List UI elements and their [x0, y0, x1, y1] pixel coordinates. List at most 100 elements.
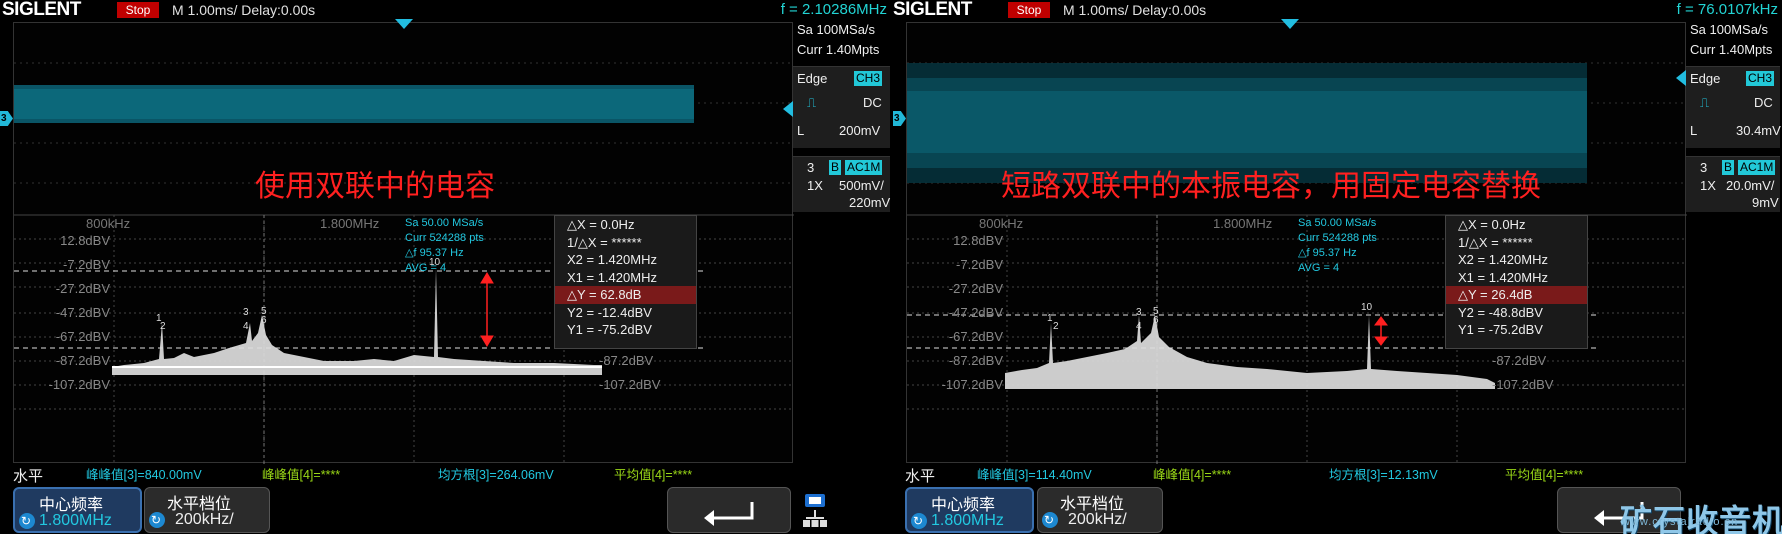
y-label: -67.2dBV — [948, 329, 1003, 344]
y-label: -107.2dBV — [48, 377, 110, 392]
trigger-level-value: 200mV — [839, 123, 881, 138]
horizontal-scale-value: 200kHz/ — [1068, 511, 1127, 528]
fft-spectrum-trace — [1005, 315, 1495, 389]
trigger-level-value: 30.4mV — [1736, 123, 1781, 138]
ch3-offset-marker[interactable]: 3 — [893, 111, 906, 126]
sample-rate: Sa 100MSa/s — [1690, 22, 1769, 37]
trigger-box[interactable]: Edge CH3 ⎍ DC L 200mV — [793, 66, 890, 148]
trigger-type: Edge — [1690, 71, 1721, 86]
channel-box[interactable]: 3 B AC1M 1X 20.0mV/ 9mV — [1686, 156, 1780, 212]
cursor-line: X1 = 1.420MHz — [567, 269, 657, 285]
cursor-delta-y: △Y = 26.4dB — [1446, 286, 1587, 304]
memory-depth: Curr 1.40Mpts — [797, 42, 880, 57]
siglent-logo: SIGLENT — [2, 0, 81, 20]
horizontal-scale-button[interactable]: 水平档位 ↻ 200kHz/ — [144, 487, 270, 533]
cursor-line: 1/△X = ****** — [1458, 234, 1533, 250]
return-arrow-icon — [704, 502, 754, 526]
cursor-delta-y: △Y = 62.8dB — [555, 286, 696, 304]
peak-label-6: 6 — [1153, 315, 1159, 326]
center-frequency-value: 1.800MHz — [931, 512, 1004, 529]
trigger-box[interactable]: Edge CH3 ⎍ DC L 30.4mV — [1686, 66, 1781, 148]
timebase-readout: M 1.00ms/ Delay:0.00s — [172, 2, 316, 18]
scope-panel-right: SIGLENT Stop M 1.00ms/ Delay:0.00s f = 7… — [891, 0, 1782, 534]
fft-right-labels: -87.2dBV -107.2dBV — [599, 349, 660, 397]
side-panel: Sa 100MSa/s Curr 1.40Mpts Edge CH3 ⎍ DC … — [793, 20, 890, 465]
timebase-readout: M 1.00ms/ Delay:0.00s — [1063, 2, 1207, 18]
ch3-offset-marker[interactable]: 3 — [0, 111, 13, 126]
edge-rising-icon: ⎍ — [1700, 95, 1710, 110]
knob-icon: ↻ — [1042, 512, 1058, 528]
trigger-source-badge: CH3 — [854, 71, 883, 86]
peak-label-2: 2 — [1053, 321, 1059, 332]
cursor-line: Y2 = -48.8dBV — [1458, 304, 1543, 320]
fft-info-line: AVG = 4 — [405, 262, 447, 274]
return-button[interactable] — [667, 487, 791, 533]
center-frequency-button[interactable]: 中心频率 ↻ 1.800MHz — [13, 487, 142, 533]
trigger-level-label: L — [797, 123, 805, 138]
side-panel: Sa 100MSa/s Curr 1.40Mpts Edge CH3 ⎍ DC … — [1686, 20, 1781, 465]
channel-box[interactable]: 3 B AC1M 1X 500mV/ 220mV — [793, 156, 890, 212]
channel-coupling-badge: AC1M — [1738, 160, 1776, 175]
fft-info-line: Curr 524288 pts — [405, 232, 484, 244]
fft-y-axis-labels: 12.8dBV -7.2dBV -27.2dBV -47.2dBV -67.2d… — [14, 229, 110, 397]
peak-label-3: 3 — [243, 307, 249, 318]
trigger-position-marker[interactable] — [395, 19, 413, 29]
annotation-text: 短路双联中的本振电容，用固定电容替换 — [1001, 169, 1541, 204]
measure-mean-ch4: 平均值[4]=**** — [1505, 468, 1584, 482]
trigger-level-marker[interactable] — [1676, 70, 1686, 86]
cursor-line: 1/△X = ****** — [567, 234, 642, 250]
y-label: -87.2dBV — [55, 353, 110, 368]
bandwidth-limit-badge: B — [1722, 160, 1735, 175]
cursor-readout-box: △X = 0.0Hz 1/△X = ****** X2 = 1.420MHz X… — [1445, 215, 1588, 349]
y-label-right: -107.2dBV — [1492, 377, 1554, 392]
fft-info-block: Sa 50.00 MSa/s Curr 524288 pts △f 95.37 … — [405, 216, 484, 276]
knob-icon: ↻ — [149, 512, 165, 528]
peak-label-6: 6 — [261, 315, 267, 326]
run-stop-button[interactable]: Stop — [117, 2, 159, 18]
peak-label-4: 4 — [1136, 321, 1142, 332]
frequency-counter: f = 2.10286MHz — [780, 1, 887, 18]
annotation-text: 使用双联中的电容 — [255, 169, 495, 204]
y-label: -47.2dBV — [948, 305, 1003, 320]
fft-info-line: Sa 50.00 MSa/s — [405, 217, 484, 229]
channel-number: 3 — [807, 160, 815, 175]
y-label-right: -87.2dBV — [599, 353, 654, 368]
edge-rising-icon: ⎍ — [807, 95, 817, 110]
trigger-coupling: DC — [1754, 95, 1773, 110]
scope-panel-left: SIGLENT Stop M 1.00ms/ Delay:0.00s f = 2… — [0, 0, 891, 534]
trigger-position-marker[interactable] — [1281, 19, 1299, 29]
y-label: -87.2dBV — [948, 353, 1003, 368]
top-status-bar: SIGLENT Stop M 1.00ms/ Delay:0.00s f = 2… — [0, 0, 891, 20]
cursor-line: Y2 = -12.4dBV — [567, 304, 652, 320]
fft-y-axis-labels: 12.8dBV -7.2dBV -27.2dBV -47.2dBV -67.2d… — [907, 229, 1003, 397]
watermark-logo: 矿石收音机 — [1620, 502, 1782, 534]
trigger-level-label: L — [1690, 123, 1698, 138]
trigger-level-marker[interactable] — [783, 101, 793, 117]
waveform-display[interactable]: 1 2 3 4 5 6 10 使用双联中的电容 800kHz 1.800MHz … — [13, 22, 794, 464]
probe-ratio: 1X — [1700, 178, 1716, 193]
fft-peak-markers: 1 2 3 4 5 6 10 — [1047, 302, 1373, 332]
peak-label-4: 4 — [243, 321, 249, 332]
measure-rms-ch3: 均方根[3]=12.13mV — [1329, 468, 1438, 482]
fft-right-labels: -87.2dBV -107.2dBV — [1492, 349, 1553, 397]
fft-info-line: Sa 50.00 MSa/s — [1298, 217, 1377, 229]
run-stop-button[interactable]: Stop — [1008, 2, 1050, 18]
center-frequency-value: 1.800MHz — [39, 512, 112, 529]
cursor-line: X1 = 1.420MHz — [1458, 269, 1548, 285]
fft-spectrum-trace — [112, 268, 602, 375]
cursor-line: X2 = 1.420MHz — [567, 252, 657, 267]
trigger-coupling: DC — [863, 95, 882, 110]
siglent-logo: SIGLENT — [893, 0, 972, 20]
cursor-line: X2 = 1.420MHz — [1458, 252, 1548, 267]
cursor-line: Y1 = -75.2dBV — [567, 322, 652, 337]
center-frequency-button[interactable]: 中心频率 ↻ 1.800MHz — [905, 487, 1034, 533]
top-status-bar: SIGLENT Stop M 1.00ms/ Delay:0.00s f = 7… — [891, 0, 1782, 20]
y-label: 12.8dBV — [60, 233, 110, 248]
horizontal-scale-button[interactable]: 水平档位 ↻ 200kHz/ — [1037, 487, 1163, 533]
waveform-display[interactable]: 1 2 3 4 5 6 10 短路双联中的本振电容，用固定电容替换 800kHz… — [906, 22, 1687, 464]
y-label: -7.2dBV — [956, 257, 1003, 272]
watermark-url: www.crystalradio.cn — [1622, 516, 1739, 528]
fft-info-line: △f 95.37 Hz — [405, 247, 464, 259]
sample-rate: Sa 100MSa/s — [797, 22, 876, 37]
measure-mean-ch4: 平均值[4]=**** — [614, 468, 693, 482]
